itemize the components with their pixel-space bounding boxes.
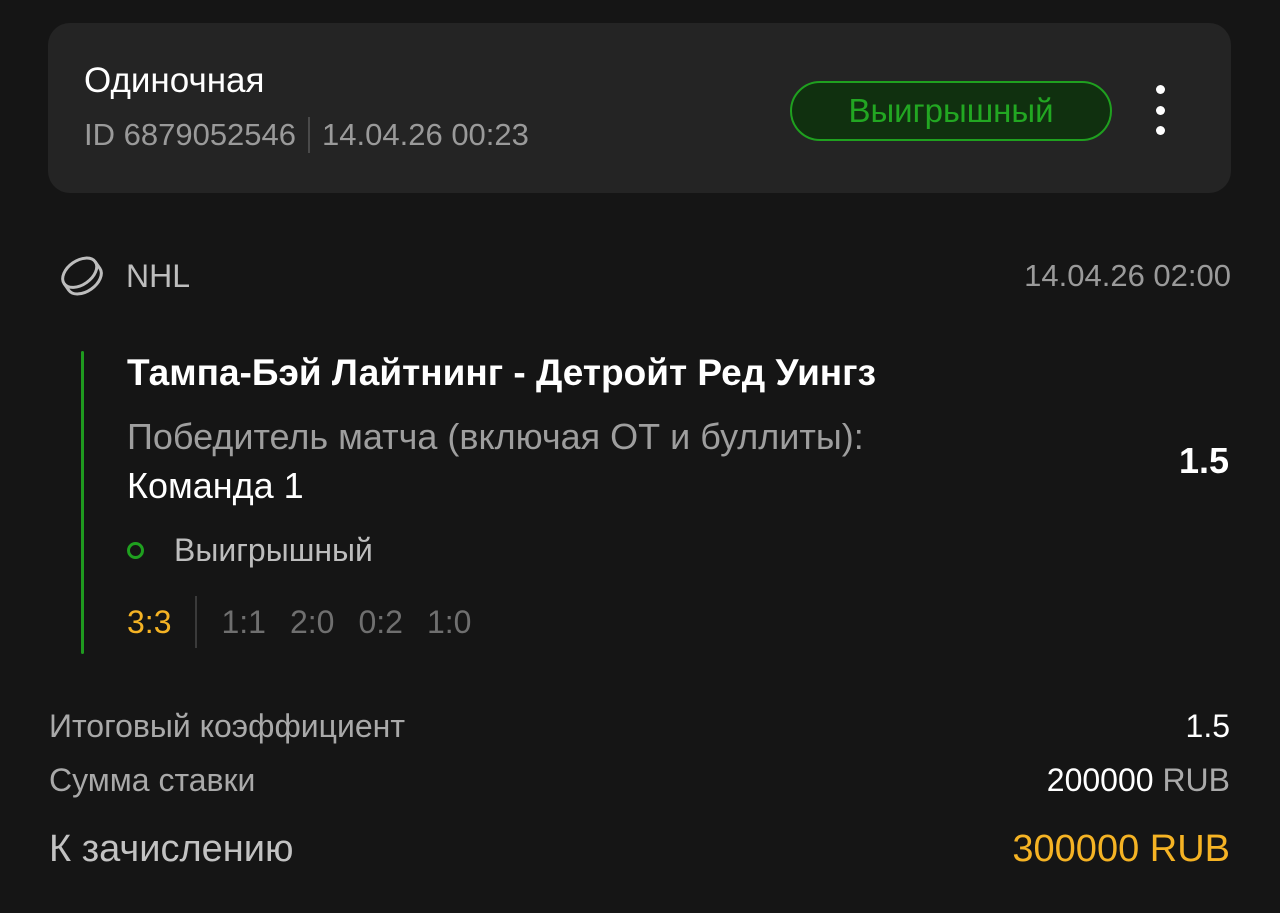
period-score: 1:1: [221, 603, 266, 640]
market-name: Победитель матча (включая ОТ и буллиты):: [127, 416, 864, 457]
selection-odds: 1.5: [1178, 440, 1229, 481]
bet-type-title: Одиночная: [84, 61, 265, 100]
total-odds-value: 1.5: [1185, 708, 1230, 744]
bet-placed-time: 14.04.26 00:23: [322, 117, 529, 152]
league-row: NHL 14.04.26 02:00: [58, 250, 1231, 302]
total-odds-label: Итоговый коэффициент: [49, 708, 405, 744]
selection-name: Команда 1: [127, 465, 304, 506]
stake-label: Сумма ставки: [49, 762, 256, 798]
status-badge: Выигрышный: [790, 81, 1112, 141]
event-start-time: 14.04.26 02:00: [1024, 258, 1231, 293]
result-status-dot: [127, 542, 144, 559]
payout-label: К зачислению: [49, 828, 294, 870]
kebab-dot: [1155, 126, 1165, 135]
payout-value: 300000 RUB: [1012, 828, 1230, 870]
bet-id: ID 6879052546: [84, 117, 297, 152]
score-divider: [195, 596, 198, 648]
stake-amount: 200000: [1046, 762, 1154, 798]
meta-divider: [308, 117, 311, 153]
more-vertical-icon[interactable]: [1138, 85, 1182, 135]
result-row: Выигрышный: [127, 532, 373, 569]
hockey-puck-icon: [61, 256, 103, 296]
bet-header-card: Одиночная ID 6879052546 14.04.26 00:23 В…: [48, 23, 1231, 193]
league-name: NHL: [126, 258, 191, 294]
stake-value: 200000 RUB: [1047, 762, 1230, 799]
stake-currency: RUB: [1162, 762, 1230, 798]
period-score: 0:2: [358, 603, 403, 640]
final-score: 3:3: [127, 603, 172, 640]
score-row: 3:3 1:1 2:0 0:2 1:0: [127, 596, 495, 648]
bet-meta: ID 6879052546 14.04.26 00:23: [84, 117, 529, 153]
period-score: 1:0: [426, 603, 472, 640]
kebab-dot: [1155, 85, 1165, 94]
match-title[interactable]: Тампа-Бэй Лайтнинг - Детройт Ред Уингз: [127, 352, 876, 394]
result-status-text: Выигрышный: [174, 532, 373, 568]
bet-details-page: Одиночная ID 6879052546 14.04.26 00:23 В…: [0, 0, 1280, 913]
event-status-line: [81, 351, 84, 654]
kebab-dot: [1155, 105, 1165, 115]
period-score: 2:0: [289, 603, 335, 640]
